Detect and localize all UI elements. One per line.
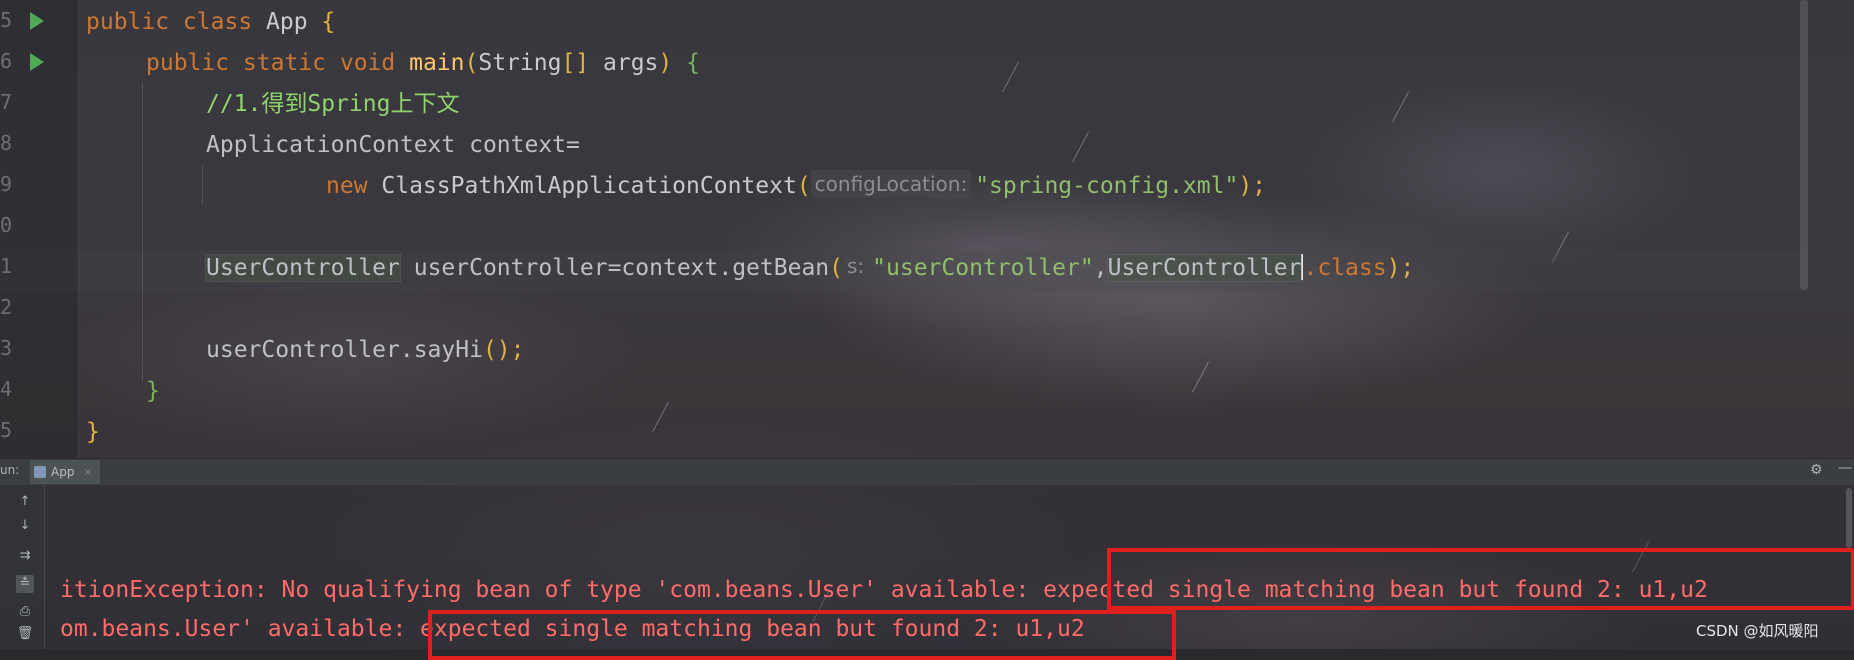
soft-wrap-icon[interactable]: ⇉ [16, 547, 34, 565]
paren: ); [1238, 173, 1267, 199]
gear-icon[interactable]: ⚙ [1810, 462, 1823, 478]
line-number: 8 [0, 131, 13, 155]
error-text: om.beans.User' available: [60, 616, 421, 642]
console-scrollbar[interactable] [1846, 488, 1852, 548]
trash-icon[interactable]: 🗑 [16, 625, 34, 643]
indent-guide [142, 82, 143, 382]
scroll-to-end-icon[interactable]: ≛ [16, 575, 34, 593]
code-line-8[interactable]: ApplicationContext context= [206, 125, 580, 166]
class-name: App [266, 9, 322, 35]
code-line-7[interactable]: //1.得到Spring上下文 [206, 84, 459, 125]
string-literal: "spring-config.xml" [975, 173, 1239, 199]
run-label: un: [0, 463, 20, 477]
tab-app[interactable]: App × [30, 460, 100, 484]
line-number: 5 [0, 8, 13, 32]
minimize-icon[interactable]: — [1838, 460, 1852, 476]
line-number: 5 [0, 418, 13, 442]
editor-scrollbar[interactable] [1800, 0, 1808, 290]
brace: } [146, 378, 160, 404]
paren: ( [464, 50, 479, 76]
brace: { [686, 50, 700, 76]
keyword: .class [1303, 255, 1387, 281]
keyword: public static void [146, 50, 410, 76]
parameter-hint: s: [843, 252, 869, 280]
keyword: new [326, 173, 382, 199]
line-number: 2 [0, 295, 13, 319]
statement: ApplicationContext context= [206, 132, 580, 158]
run-triangle-icon[interactable] [30, 12, 44, 30]
run-toolstrip: ↑ ↓ ⇉ ≛ ⎙ 🗑 [0, 485, 45, 649]
brace: { [321, 9, 336, 35]
line-number: 9 [0, 172, 13, 196]
paren: ) [658, 50, 673, 76]
line-number: 1 [0, 254, 13, 278]
string-literal: "userController" [872, 255, 1094, 281]
code-line-13[interactable]: userController.sayHi(); [206, 330, 525, 371]
paren: ( [796, 173, 811, 199]
line-number: 3 [0, 336, 13, 360]
run-panel-header: un: App × ⚙ — [0, 458, 1854, 485]
comma: , [1093, 255, 1108, 281]
bracket: [] [561, 50, 590, 76]
parameter-hint: configLocation: [810, 170, 972, 198]
type-name: String [478, 50, 562, 76]
scroll-up-icon[interactable]: ↑ [16, 493, 34, 511]
tab-label: App [51, 465, 75, 479]
brace: } [86, 419, 100, 445]
line-number: 4 [0, 377, 13, 401]
statement: userController.sayHi [206, 337, 483, 363]
method-name: main [409, 50, 465, 76]
code-line-5[interactable]: public class App { [86, 2, 335, 43]
keyword: public class [86, 9, 267, 35]
type-name: UserController [1106, 254, 1303, 282]
watermark: CSDN @如风暖阳 [1696, 622, 1819, 640]
highlight-box [1107, 548, 1854, 610]
code-line-15[interactable]: } [86, 412, 100, 453]
error-text: itionException: No qualifying bean of ty… [60, 577, 1044, 603]
paren: (); [482, 337, 525, 363]
line-number: 6 [0, 49, 13, 73]
param-name: args [589, 50, 659, 76]
print-icon[interactable]: ⎙ [16, 603, 34, 621]
code-line-6[interactable]: public static void main(String[] args) { [146, 43, 700, 84]
application-icon [34, 466, 46, 478]
editor-gutter: 5 6 7 8 9 0 1 2 3 4 5 [0, 0, 79, 458]
scroll-down-icon[interactable]: ↓ [16, 517, 34, 535]
class-name: ClassPathXmlApplicationContext [381, 173, 797, 199]
code-line-9[interactable]: new ClassPathXmlApplicationContext(confi… [326, 166, 1266, 207]
run-triangle-icon[interactable] [30, 53, 44, 71]
code-editor[interactable]: 5 6 7 8 9 0 1 2 3 4 5 public class App {… [0, 0, 1854, 458]
code-line-11[interactable]: UserController userController=context.ge… [205, 248, 1415, 289]
close-icon[interactable]: × [83, 467, 91, 478]
code-line-14[interactable]: } [146, 371, 160, 412]
statement: userController=context.getBean [399, 255, 830, 281]
type-name: UserController [205, 254, 401, 282]
paren: ( [829, 255, 843, 281]
line-number: 0 [0, 213, 13, 237]
indent-guide [202, 164, 203, 205]
paren: ); [1386, 255, 1415, 281]
highlight-box [428, 610, 1176, 660]
line-number: 7 [0, 90, 13, 114]
comment: //1.得到Spring上下文 [206, 91, 460, 117]
